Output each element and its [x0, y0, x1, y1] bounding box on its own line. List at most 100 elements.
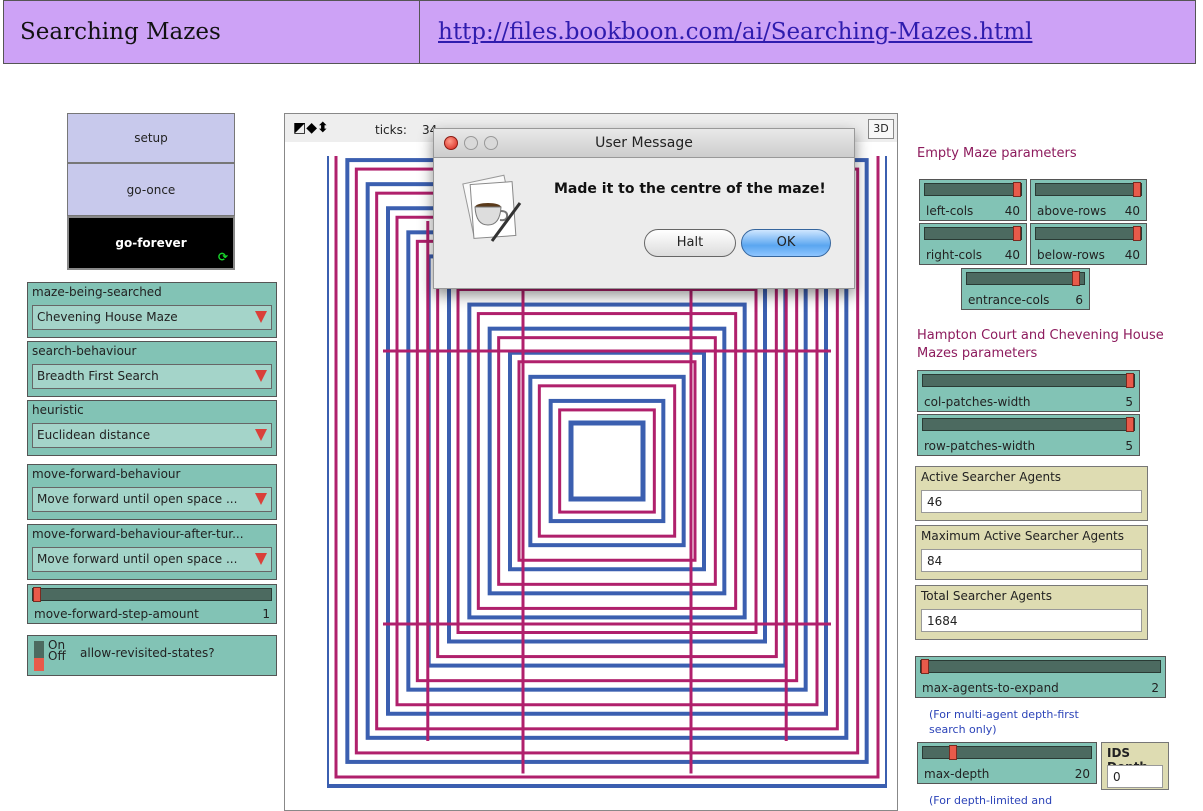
left-cols-slider[interactable]: left-cols 40: [919, 179, 1027, 221]
max-active-agents-monitor: Maximum Active Searcher Agents 84: [915, 525, 1148, 580]
allow-revisited-switch[interactable]: On Off allow-revisited-states?: [27, 635, 277, 676]
row-patches-width-slider[interactable]: row-patches-width 5: [917, 414, 1140, 456]
chooser-move-forward-after-turn[interactable]: move-forward-behaviour-after-tur... Move…: [27, 524, 277, 580]
slider-track[interactable]: [1035, 226, 1142, 241]
slider-label: entrance-cols: [968, 293, 1050, 307]
slider-knob[interactable]: [1013, 226, 1021, 241]
slider-knob[interactable]: [1126, 373, 1134, 388]
slider-track[interactable]: [1035, 182, 1142, 197]
active-agents-monitor: Active Searcher Agents 46: [915, 466, 1148, 521]
dropdown-arrow-icon: [255, 493, 267, 505]
dialog-title: User Message: [595, 135, 693, 151]
col-patches-width-slider[interactable]: col-patches-width 5: [917, 370, 1140, 412]
max-agents-to-expand-slider[interactable]: max-agents-to-expand 2: [915, 656, 1166, 698]
chooser-select[interactable]: Breadth First Search: [32, 364, 272, 389]
dropdown-arrow-icon: [255, 553, 267, 565]
right-cols-slider[interactable]: right-cols 40: [919, 223, 1027, 265]
slider-track[interactable]: [924, 226, 1022, 241]
note-multi-agent-2: search only): [929, 723, 997, 736]
chooser-search-behaviour[interactable]: search-behaviour Breadth First Search: [27, 341, 277, 397]
forever-icon: ⟳: [217, 250, 228, 264]
setup-button[interactable]: setup: [67, 113, 235, 163]
chooser-select[interactable]: Euclidean distance: [32, 423, 272, 448]
model-link[interactable]: http://files.bookboon.com/ai/Searching-M…: [438, 19, 1032, 45]
go-forever-label: go-forever: [115, 236, 187, 250]
move-forward-step-slider[interactable]: move-forward-step-amount 1: [27, 584, 277, 624]
slider-knob[interactable]: [949, 745, 957, 760]
slider-value: 40: [1004, 248, 1020, 262]
close-icon[interactable]: [444, 136, 458, 150]
chooser-label: move-forward-behaviour: [32, 467, 181, 481]
halt-button[interactable]: Halt: [644, 229, 736, 257]
slider-track[interactable]: [966, 271, 1085, 286]
entrance-cols-slider[interactable]: entrance-cols 6: [961, 268, 1090, 310]
hc-heading-line2: Mazes parameters: [917, 346, 1038, 361]
slider-knob[interactable]: [1072, 271, 1080, 286]
slider-knob[interactable]: [33, 587, 41, 602]
slider-label: right-cols: [926, 248, 983, 262]
slider-label: below-rows: [1037, 248, 1105, 262]
slider-label: above-rows: [1037, 204, 1107, 218]
slider-knob[interactable]: [1133, 226, 1141, 241]
dropdown-arrow-icon: [255, 429, 267, 441]
switch-state-labels: On Off: [48, 639, 66, 663]
switch-knob[interactable]: [34, 658, 44, 671]
max-depth-slider[interactable]: max-depth 20: [917, 742, 1097, 784]
go-once-button[interactable]: go-once: [67, 163, 235, 216]
slider-value: 1: [262, 607, 270, 621]
maze-centre: [568, 420, 646, 502]
chooser-select[interactable]: Chevening House Maze: [32, 305, 272, 330]
chooser-maze[interactable]: maze-being-searched Chevening House Maze: [27, 282, 277, 338]
switch-off-label: Off: [48, 649, 66, 663]
chooser-value: Euclidean distance: [37, 428, 151, 442]
slider-label: left-cols: [926, 204, 974, 218]
chooser-select[interactable]: Move forward until open space ...: [32, 487, 272, 512]
user-message-dialog: User Message Made it to the centre of th…: [433, 128, 855, 289]
minimize-icon: [464, 136, 478, 150]
monitor-label: Maximum Active Searcher Agents: [921, 529, 1125, 543]
chooser-value: Move forward until open space ...: [37, 492, 238, 506]
chooser-label: search-behaviour: [32, 344, 137, 358]
slider-knob[interactable]: [921, 659, 929, 674]
dropdown-arrow-icon: [255, 370, 267, 382]
chooser-move-forward[interactable]: move-forward-behaviour Move forward unti…: [27, 464, 277, 520]
slider-knob[interactable]: [1013, 182, 1021, 197]
above-rows-slider[interactable]: above-rows 40: [1030, 179, 1147, 221]
resize-arrows-icon[interactable]: ◩◆⬍: [293, 120, 329, 136]
slider-track[interactable]: [922, 745, 1092, 760]
total-agents-monitor: Total Searcher Agents 1684: [915, 585, 1148, 640]
zoom-icon: [484, 136, 498, 150]
slider-track[interactable]: [920, 659, 1161, 674]
header-link-cell: http://files.bookboon.com/ai/Searching-M…: [420, 1, 1032, 63]
slider-value: 5: [1125, 439, 1133, 453]
monitor-value: 1684: [921, 609, 1142, 632]
below-rows-slider[interactable]: below-rows 40: [1030, 223, 1147, 265]
header-table: Searching Mazes http://files.bookboon.co…: [3, 0, 1196, 64]
go-forever-button[interactable]: go-forever ⟳: [67, 216, 235, 270]
slider-knob[interactable]: [1133, 182, 1141, 197]
chooser-heuristic[interactable]: heuristic Euclidean distance: [27, 400, 277, 456]
slider-label: row-patches-width: [924, 439, 1036, 453]
slider-track[interactable]: [924, 182, 1022, 197]
note-depth-limited: (For depth-limited and: [929, 794, 1053, 807]
chooser-label: move-forward-behaviour-after-tur...: [32, 527, 244, 541]
chooser-select[interactable]: Move forward until open space ...: [32, 547, 272, 572]
switch-label: allow-revisited-states?: [80, 646, 215, 660]
slider-knob[interactable]: [1126, 417, 1134, 432]
ids-depth-monitor: IDS Depth 0: [1101, 742, 1169, 790]
view-3d-button[interactable]: 3D: [868, 119, 894, 139]
slider-track[interactable]: [922, 417, 1135, 432]
ok-button[interactable]: OK: [741, 229, 831, 257]
chooser-value: Chevening House Maze: [37, 310, 178, 324]
monitor-label: Active Searcher Agents: [921, 470, 1062, 484]
slider-track[interactable]: [922, 373, 1135, 388]
slider-track[interactable]: [32, 587, 272, 602]
hc-heading-line1: Hampton Court and Chevening House: [917, 328, 1164, 343]
chooser-label: heuristic: [32, 403, 84, 417]
dropdown-arrow-icon: [255, 311, 267, 323]
slider-value: 40: [1124, 204, 1140, 218]
chooser-label: maze-being-searched: [32, 285, 162, 299]
slider-value: 6: [1075, 293, 1083, 307]
dialog-title-bar: User Message: [434, 129, 854, 158]
slider-label: col-patches-width: [924, 395, 1031, 409]
